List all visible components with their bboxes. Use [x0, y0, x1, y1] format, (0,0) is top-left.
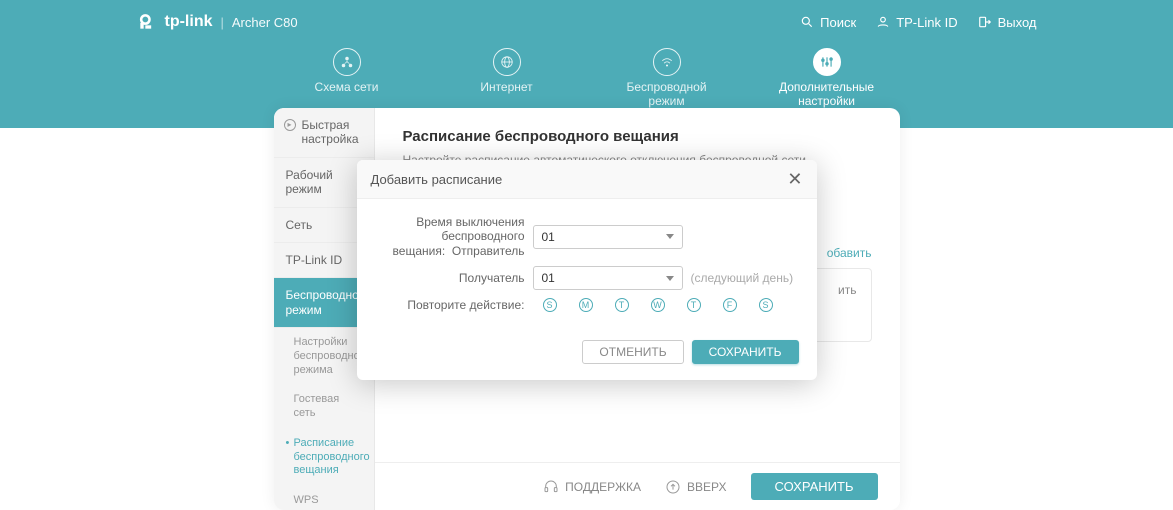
tplink-icon [137, 12, 157, 32]
close-icon[interactable]: ✕ [787, 170, 802, 188]
brand-divider: | [221, 15, 224, 30]
days-group: S M T W T F S [543, 298, 773, 312]
next-day-hint: (следующий день) [691, 271, 794, 285]
headset-icon [543, 479, 559, 495]
repeat-label: Повторите действие: [375, 298, 525, 312]
cancel-button[interactable]: ОТМЕНИТЬ [582, 340, 683, 364]
sidebar-sub-guest[interactable]: Гостевая сеть [274, 385, 374, 429]
to-select[interactable]: 01 [533, 266, 683, 290]
add-schedule-link[interactable]: обавить [827, 246, 872, 260]
day-mon[interactable]: M [579, 298, 593, 312]
off-time-label: Время выключения беспроводного вещания: … [375, 215, 525, 258]
search-icon [800, 15, 814, 29]
play-icon: ▸ [284, 119, 296, 131]
sidebar-sub-schedule[interactable]: Расписание беспроводного вещания [274, 429, 374, 486]
modal-save-button[interactable]: СОХРАНИТЬ [692, 340, 799, 364]
scroll-up-link[interactable]: ВВЕРХ [665, 479, 726, 495]
day-fri[interactable]: F [723, 298, 737, 312]
day-thu[interactable]: T [687, 298, 701, 312]
receiver-label: Получатель [375, 271, 525, 285]
cloud-icon [876, 15, 890, 29]
arrow-up-icon [665, 479, 681, 495]
wifi-icon [660, 55, 674, 69]
support-link[interactable]: ПОДДЕРЖКА [543, 479, 641, 495]
from-select[interactable]: 01 [533, 225, 683, 249]
nav-internet[interactable]: Интернет [457, 48, 557, 108]
nav-wireless[interactable]: Беспроводной режим [617, 48, 717, 108]
brand-text: tp-link [165, 13, 213, 31]
brand-logo: tp-link [137, 12, 213, 32]
logout-icon [978, 15, 992, 29]
modal-title: Добавить расписание [371, 172, 503, 187]
sidebar-sub-wps[interactable]: WPS [274, 486, 374, 510]
search-link[interactable]: Поиск [800, 15, 856, 30]
map-icon [340, 55, 354, 69]
sidebar-quick-setup[interactable]: ▸ Быстрая настройка [274, 108, 374, 158]
nav-map[interactable]: Схема сети [297, 48, 397, 108]
sliders-icon [820, 55, 834, 69]
day-wed[interactable]: W [651, 298, 665, 312]
globe-icon [500, 55, 514, 69]
day-sat[interactable]: S [759, 298, 773, 312]
model-name: Archer C80 [232, 15, 298, 30]
day-tue[interactable]: T [615, 298, 629, 312]
page-title: Расписание беспроводного вещания [403, 128, 872, 145]
logout-link[interactable]: Выход [978, 15, 1037, 30]
add-schedule-modal: Добавить расписание ✕ Время выключения б… [357, 160, 817, 380]
save-button[interactable]: СОХРАНИТЬ [751, 473, 878, 500]
nav-advanced[interactable]: Дополнительные настройки [777, 48, 877, 108]
day-sun[interactable]: S [543, 298, 557, 312]
tplink-id-link[interactable]: TP-Link ID [876, 15, 957, 30]
